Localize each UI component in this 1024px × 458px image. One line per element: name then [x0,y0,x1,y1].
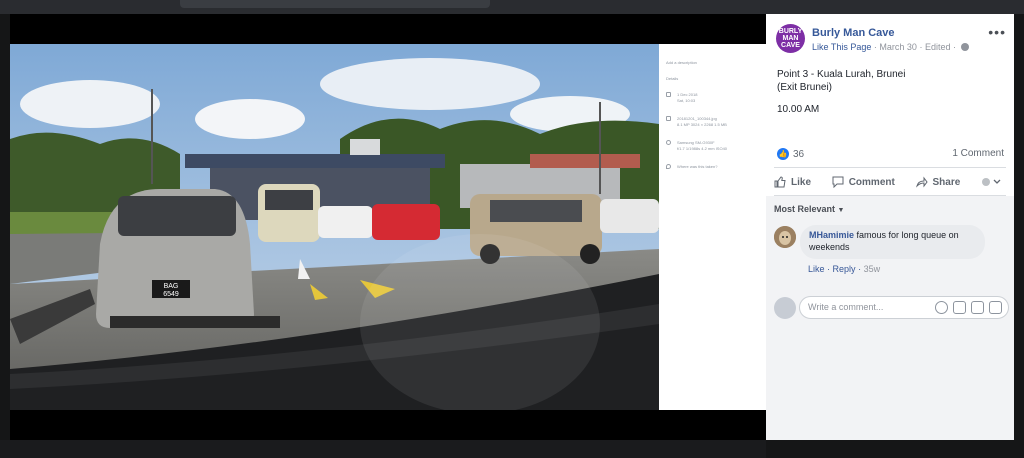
address-bar [180,0,490,8]
like-button[interactable]: Like [774,176,811,188]
post-text: Point 3 - Kuala Lurah, Brunei (Exit Brun… [777,68,905,94]
photo-time-detail: Sat, 10:03 [677,98,696,103]
comment-like-link[interactable]: Like [808,264,825,274]
camera-meta: f/1.7 1/1988s 4.2 mm ISO40 [677,146,728,151]
comments-section: Most Relevant ▼ MHamimie famous for long… [766,196,1014,440]
reaction-count: 36 [793,148,805,160]
reactions-summary[interactable]: 👍 36 [777,148,804,160]
page-avatar[interactable]: BURLY MAN CAVE [776,24,805,53]
post-time-text: 10.00 AM [777,104,820,115]
comment-input[interactable]: Write a comment... [799,296,1009,319]
share-button-label: Share [932,176,961,188]
camera-icon[interactable] [953,301,966,314]
commenter-avatar[interactable] [774,226,796,248]
like-reaction-icon: 👍 [777,148,789,160]
gif-icon[interactable] [971,301,984,314]
divider-top [774,167,1006,168]
calendar-icon [666,92,671,97]
comment-input-tools [935,301,1002,314]
bottom-backdrop [0,440,766,458]
like-button-label: Like [791,176,812,188]
camera-model: Samsung SM-G930F [677,140,715,145]
right-backdrop [1014,14,1024,440]
post-meta: Like This Page · March 30 · Edited · [812,42,970,52]
photo-filename: 20181201_100344.jpg [677,116,717,121]
write-comment-row: Write a comment... [766,293,1014,323]
emoji-icon[interactable] [935,301,948,314]
post-panel: BURLY MAN CAVE Burly Man Cave Like This … [766,14,1014,440]
photo-details-panel: Add a description Details 1 Dec 2018 Sat… [659,44,766,410]
photo-file-meta: 8.1 MP 3024 × 2268 1.5 MB [677,122,727,127]
share-as-selector[interactable] [981,177,1006,187]
comment-actions: Like · Reply · 35w [808,264,880,274]
location-pin-icon [666,164,671,169]
border-crossing-photo: BAG 6549 [10,44,659,410]
comment-age[interactable]: 35w [864,264,881,274]
comment-count-link[interactable]: 1 Comment [952,148,1004,159]
caret-down-icon: ▼ [837,207,845,214]
current-user-avatar [774,297,796,319]
like-page-link[interactable]: Like This Page [812,42,871,52]
photo-viewer: BAG 6549 Add a description Details 1 Dec… [10,14,766,440]
globe-icon [961,43,970,51]
comment-author-link[interactable]: MHamimie [809,230,854,240]
post-text-line1: Point 3 - Kuala Lurah, Brunei [777,69,906,80]
thumbs-up-icon [774,176,786,188]
lightbox: BAG 6549 Add a description Details 1 Dec… [0,0,1024,458]
camera-icon [666,140,671,145]
meta-separator: · [952,42,959,52]
location-prompt-link[interactable]: Where was this taken? [677,164,717,169]
comment-sort-label: Most Relevant [774,204,836,214]
plate-line2: 6549 [163,291,179,298]
more-options-button[interactable]: ••• [988,24,1006,40]
profile-chevron-down-icon [982,178,1001,186]
post-actions: Like Comment Share [774,172,1006,192]
image-file-icon [666,116,671,121]
share-button[interactable]: Share [915,176,961,188]
edited-label[interactable]: Edited [925,42,951,52]
comment-sort-dropdown[interactable]: Most Relevant ▼ [774,204,844,214]
add-description-link[interactable]: Add a description [666,60,697,65]
post-header: BURLY MAN CAVE Burly Man Cave Like This … [776,24,1006,56]
page-name-link[interactable]: Burly Man Cave [812,27,895,39]
comment-reply-link[interactable]: Reply [833,264,856,274]
post-date[interactable]: March 30 [879,42,917,52]
comment-input-placeholder: Write a comment... [808,302,884,312]
sticker-icon[interactable] [989,301,1002,314]
details-heading: Details [666,76,679,81]
comment-bubble: MHamimie famous for long queue on weeken… [800,225,985,259]
plate-line1: BAG [164,283,179,290]
comment-icon [832,176,844,188]
photo-date: 1 Dec 2018 [677,92,698,97]
browser-top-bar [0,0,1024,14]
post-text-line2: (Exit Brunei) [777,82,833,93]
comment-button[interactable]: Comment [832,176,895,188]
post-photo[interactable]: BAG 6549 [10,44,659,410]
comment-button-label: Comment [848,176,895,188]
share-icon [915,176,928,188]
dog-avatar-icon [774,226,796,248]
